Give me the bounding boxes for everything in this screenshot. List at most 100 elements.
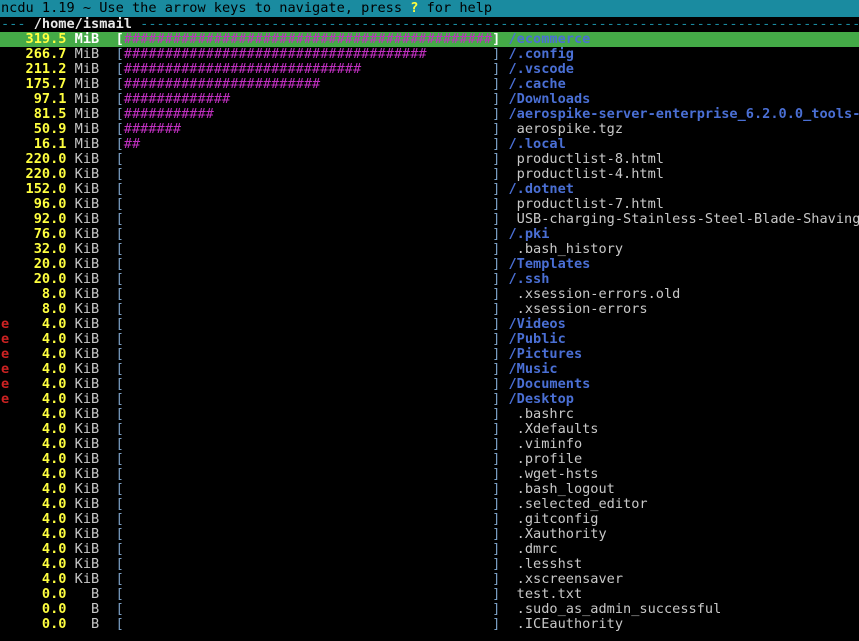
breadcrumb: --- /home/ismail -----------------------… bbox=[0, 17, 859, 32]
file-row[interactable]: 20.0 KiB [ ] /Templates bbox=[0, 257, 859, 272]
directory-name[interactable]: /Downloads bbox=[500, 92, 590, 107]
file-row[interactable]: 211.2 MiB [#############################… bbox=[0, 62, 859, 77]
file-row[interactable]: 32.0 KiB [ ] .bash_history bbox=[0, 242, 859, 257]
directory-name[interactable]: /Videos bbox=[500, 317, 565, 332]
directory-name[interactable]: /.vscode bbox=[500, 62, 574, 77]
file-row[interactable]: e 4.0 KiB [ ] /Desktop bbox=[0, 392, 859, 407]
file-row[interactable]: 152.0 KiB [ ] /.dotnet bbox=[0, 182, 859, 197]
file-row[interactable]: 20.0 KiB [ ] /.ssh bbox=[0, 272, 859, 287]
file-row[interactable]: e 4.0 KiB [ ] /Music bbox=[0, 362, 859, 377]
file-row[interactable]: 0.0 B [ ] test.txt bbox=[0, 587, 859, 602]
usage-bar-fill bbox=[124, 602, 492, 617]
file-row[interactable]: 4.0 KiB [ ] .gitconfig bbox=[0, 512, 859, 527]
directory-name[interactable]: /.pki bbox=[500, 227, 549, 242]
file-row[interactable]: 8.0 KiB [ ] .xsession-errors.old bbox=[0, 287, 859, 302]
file-row[interactable]: 92.0 KiB [ ] USB-charging-Stainless-Stee… bbox=[0, 212, 859, 227]
file-row[interactable]: 4.0 KiB [ ] .dmrc bbox=[0, 542, 859, 557]
file-name[interactable]: .selected_editor bbox=[500, 497, 647, 512]
file-row[interactable]: 4.0 KiB [ ] .bashrc bbox=[0, 407, 859, 422]
file-row[interactable]: 4.0 KiB [ ] .Xdefaults bbox=[0, 422, 859, 437]
file-name[interactable]: test.txt bbox=[500, 587, 582, 602]
breadcrumb-prefix: --- bbox=[1, 17, 34, 32]
file-name[interactable]: productlist-4.html bbox=[500, 167, 664, 182]
file-row[interactable]: 319.5 MiB [#############################… bbox=[0, 32, 859, 47]
file-name[interactable]: .wget-hsts bbox=[500, 467, 598, 482]
directory-name[interactable]: /Templates bbox=[500, 257, 590, 272]
file-name[interactable]: .bash_logout bbox=[500, 482, 615, 497]
flag-placeholder bbox=[1, 422, 9, 437]
file-row[interactable]: 81.5 MiB [########### ] /aerospike-serve… bbox=[0, 107, 859, 122]
file-name[interactable]: .xsession-errors.old bbox=[500, 287, 680, 302]
usage-bar: ############# bbox=[124, 92, 230, 107]
flag-placeholder bbox=[1, 242, 9, 257]
file-name[interactable]: productlist-7.html bbox=[500, 197, 664, 212]
directory-name[interactable]: /aerospike-server-enterprise_6.2.0.0_too… bbox=[500, 107, 859, 122]
directory-name[interactable]: /Public bbox=[500, 332, 565, 347]
usage-bar-fill bbox=[124, 332, 492, 347]
file-size-unit: KiB bbox=[66, 437, 99, 452]
usage-bar: ## bbox=[124, 137, 140, 152]
file-row[interactable]: 4.0 KiB [ ] .lesshst bbox=[0, 557, 859, 572]
file-row[interactable]: 4.0 KiB [ ] .viminfo bbox=[0, 437, 859, 452]
directory-name[interactable]: /Desktop bbox=[500, 392, 574, 407]
usage-bar-open-bracket: [ bbox=[99, 392, 124, 407]
file-name[interactable]: .bash_history bbox=[500, 242, 623, 257]
usage-bar-fill bbox=[124, 182, 492, 197]
file-row[interactable]: 50.9 MiB [####### ] aerospike.tgz bbox=[0, 122, 859, 137]
file-name[interactable]: .dmrc bbox=[500, 542, 557, 557]
file-row[interactable]: 4.0 KiB [ ] .profile bbox=[0, 452, 859, 467]
file-name[interactable]: .gitconfig bbox=[500, 512, 598, 527]
file-row[interactable]: 266.7 MiB [#############################… bbox=[0, 47, 859, 62]
file-row[interactable]: 4.0 KiB [ ] .wget-hsts bbox=[0, 467, 859, 482]
file-name[interactable]: .ICEauthority bbox=[500, 617, 623, 632]
file-row[interactable]: e 4.0 KiB [ ] /Videos bbox=[0, 317, 859, 332]
file-row[interactable]: 220.0 KiB [ ] productlist-8.html bbox=[0, 152, 859, 167]
directory-name[interactable]: /Pictures bbox=[500, 347, 582, 362]
file-row[interactable]: 4.0 KiB [ ] .bash_logout bbox=[0, 482, 859, 497]
file-size-value: 4.0 bbox=[17, 557, 66, 572]
directory-name[interactable]: /ecommerce bbox=[500, 32, 590, 47]
file-row[interactable]: e 4.0 KiB [ ] /Pictures bbox=[0, 347, 859, 362]
flag-placeholder bbox=[1, 182, 9, 197]
directory-name[interactable]: /.local bbox=[500, 137, 565, 152]
usage-bar-open-bracket: [ bbox=[99, 182, 124, 197]
directory-name[interactable]: /.ssh bbox=[500, 272, 549, 287]
flag-placeholder bbox=[1, 167, 9, 182]
file-name[interactable]: aerospike.tgz bbox=[500, 122, 623, 137]
file-row[interactable]: 0.0 B [ ] .ICEauthority bbox=[0, 617, 859, 632]
directory-name[interactable]: /.dotnet bbox=[500, 182, 574, 197]
flag-placeholder bbox=[1, 212, 9, 227]
directory-name[interactable]: /.cache bbox=[500, 77, 565, 92]
file-name[interactable]: .sudo_as_admin_successful bbox=[500, 602, 721, 617]
file-name[interactable]: .lesshst bbox=[500, 557, 582, 572]
file-name[interactable]: .Xdefaults bbox=[500, 422, 598, 437]
file-row[interactable]: 220.0 KiB [ ] productlist-4.html bbox=[0, 167, 859, 182]
file-row[interactable]: 16.1 MiB [## ] /.local bbox=[0, 137, 859, 152]
file-name[interactable]: .profile bbox=[500, 452, 582, 467]
file-row[interactable]: 0.0 B [ ] .sudo_as_admin_successful bbox=[0, 602, 859, 617]
file-listing[interactable]: 319.5 MiB [#############################… bbox=[0, 32, 859, 632]
file-name[interactable]: USB-charging-Stainless-Steel-Blade-Shavi… bbox=[500, 212, 859, 227]
file-row[interactable]: 4.0 KiB [ ] .selected_editor bbox=[0, 497, 859, 512]
file-row[interactable]: 4.0 KiB [ ] .Xauthority bbox=[0, 527, 859, 542]
file-row[interactable]: 76.0 KiB [ ] /.pki bbox=[0, 227, 859, 242]
file-name[interactable]: .Xauthority bbox=[500, 527, 606, 542]
file-name[interactable]: productlist-8.html bbox=[500, 152, 664, 167]
file-name[interactable]: .viminfo bbox=[500, 437, 582, 452]
file-name[interactable]: .xsession-errors bbox=[500, 302, 647, 317]
file-size-value: 4.0 bbox=[17, 407, 66, 422]
file-name[interactable]: .bashrc bbox=[500, 407, 574, 422]
file-row[interactable]: 96.0 KiB [ ] productlist-7.html bbox=[0, 197, 859, 212]
file-row[interactable]: e 4.0 KiB [ ] /Public bbox=[0, 332, 859, 347]
file-row[interactable]: 97.1 MiB [############# ] /Downloads bbox=[0, 92, 859, 107]
usage-bar-fill bbox=[124, 197, 492, 212]
file-name[interactable]: .xscreensaver bbox=[500, 572, 623, 587]
file-row[interactable]: 175.7 MiB [######################## ] /.… bbox=[0, 77, 859, 92]
directory-name[interactable]: /Music bbox=[500, 362, 557, 377]
file-row[interactable]: 4.0 KiB [ ] .xscreensaver bbox=[0, 572, 859, 587]
directory-name[interactable]: /.config bbox=[500, 47, 574, 62]
directory-name[interactable]: /Documents bbox=[500, 377, 590, 392]
file-row[interactable]: e 4.0 KiB [ ] /Documents bbox=[0, 377, 859, 392]
flag-placeholder bbox=[1, 47, 9, 62]
file-row[interactable]: 8.0 KiB [ ] .xsession-errors bbox=[0, 302, 859, 317]
